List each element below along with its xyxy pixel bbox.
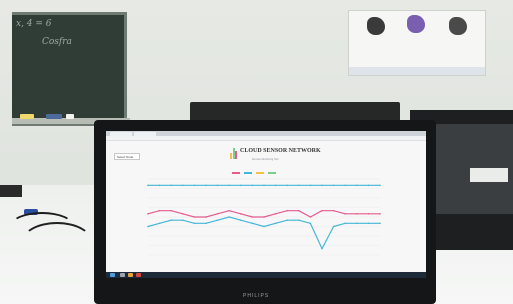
chart-point	[379, 222, 381, 225]
chart-point	[147, 213, 149, 215]
chart-point	[251, 216, 254, 218]
chart-point	[182, 219, 184, 221]
page-subtitle: Remote Monitoring Tool	[252, 158, 279, 161]
chart-point	[286, 209, 288, 212]
chart-point	[193, 216, 196, 218]
chart-point	[228, 209, 230, 212]
chalk-writing: x, 4 = 6	[16, 19, 52, 29]
chart-series-line	[147, 216, 380, 250]
chart-point	[216, 184, 219, 187]
chart-point	[170, 209, 172, 212]
chart-point	[344, 213, 346, 215]
chart-point	[309, 216, 312, 218]
chart-point	[240, 184, 242, 187]
chart-point	[344, 184, 346, 187]
chart-point	[193, 184, 196, 187]
taskbar-app-icon[interactable]	[120, 273, 125, 277]
chart-point	[367, 184, 370, 187]
legend-swatch	[268, 172, 276, 174]
chart-point	[379, 213, 381, 215]
taskbar-app-icon[interactable]	[136, 273, 141, 277]
chart-point	[367, 213, 370, 215]
chart-point	[274, 213, 277, 215]
chart-point	[147, 184, 149, 187]
taskbar	[106, 272, 426, 278]
chart-point	[193, 222, 196, 225]
chart-point	[286, 184, 288, 187]
desk-device	[0, 185, 22, 197]
chart-point	[182, 184, 184, 187]
legend-swatch	[232, 172, 240, 174]
chart-point	[205, 222, 207, 225]
cable	[20, 222, 94, 266]
chart-point	[170, 184, 172, 187]
chart-point	[344, 222, 346, 225]
node-select[interactable]: Select Node	[114, 153, 140, 160]
chart-point	[321, 247, 323, 250]
chart-point	[228, 216, 230, 218]
chart-point	[263, 216, 265, 218]
chalk-writing: Cosfra	[42, 37, 72, 47]
chart-point	[332, 209, 335, 212]
chalk-piece	[66, 114, 74, 119]
chart-point	[309, 184, 312, 187]
chart-point	[286, 219, 288, 221]
chart-point	[147, 225, 149, 228]
chart-point	[367, 222, 370, 225]
poster-image	[407, 15, 425, 33]
taskbar-app-icon[interactable]	[128, 273, 133, 277]
photo-scene: x, 4 = 6 Cosfra PHILIPS Select Node CLOU…	[0, 0, 513, 304]
poster-footer	[349, 67, 485, 75]
chart-point	[170, 219, 172, 221]
chart-point	[321, 209, 323, 212]
chart-point	[274, 222, 277, 225]
chalkboard: x, 4 = 6 Cosfra	[12, 12, 127, 126]
chart-point	[158, 209, 161, 212]
chart-point	[298, 219, 300, 221]
chart-point	[205, 216, 207, 218]
monitor-sticker	[470, 168, 508, 182]
chart-point	[240, 219, 242, 221]
chart-point	[379, 184, 381, 187]
eraser	[20, 114, 34, 119]
legend-swatch	[256, 172, 264, 174]
chart-point	[263, 184, 265, 187]
chart-point	[356, 213, 358, 215]
chart-point	[298, 184, 300, 187]
start-icon[interactable]	[110, 273, 115, 277]
chart-point	[298, 209, 300, 212]
chart-point	[274, 184, 277, 187]
chart-point	[356, 222, 358, 225]
logo-icon	[230, 148, 237, 159]
address-bar[interactable]	[106, 136, 426, 141]
chart-point	[182, 213, 184, 215]
page-title: CLOUD SENSOR NETWORK	[240, 148, 321, 154]
chart-point	[205, 184, 207, 187]
chart-point	[251, 222, 254, 225]
chart-point	[216, 213, 219, 215]
chart-point	[356, 184, 358, 187]
chart-point	[240, 213, 242, 215]
chart-point	[216, 219, 219, 221]
chart-point	[251, 184, 254, 187]
chart-point	[263, 225, 265, 228]
chart-point	[321, 184, 323, 187]
sensor-chart	[147, 178, 381, 256]
eraser	[46, 114, 62, 119]
chart-point	[332, 225, 335, 228]
wall-poster	[348, 10, 486, 76]
poster-image	[367, 17, 385, 35]
chart-point	[228, 184, 230, 187]
chart-point	[158, 184, 161, 187]
chart-point	[332, 184, 335, 187]
poster-image	[449, 17, 467, 35]
legend-swatch	[244, 172, 252, 174]
chart-point	[158, 222, 161, 225]
monitor-screen: Select Node CLOUD SENSOR NETWORK Remote …	[106, 131, 426, 278]
monitor-brand: PHILIPS	[243, 293, 270, 299]
chart-point	[309, 222, 312, 225]
